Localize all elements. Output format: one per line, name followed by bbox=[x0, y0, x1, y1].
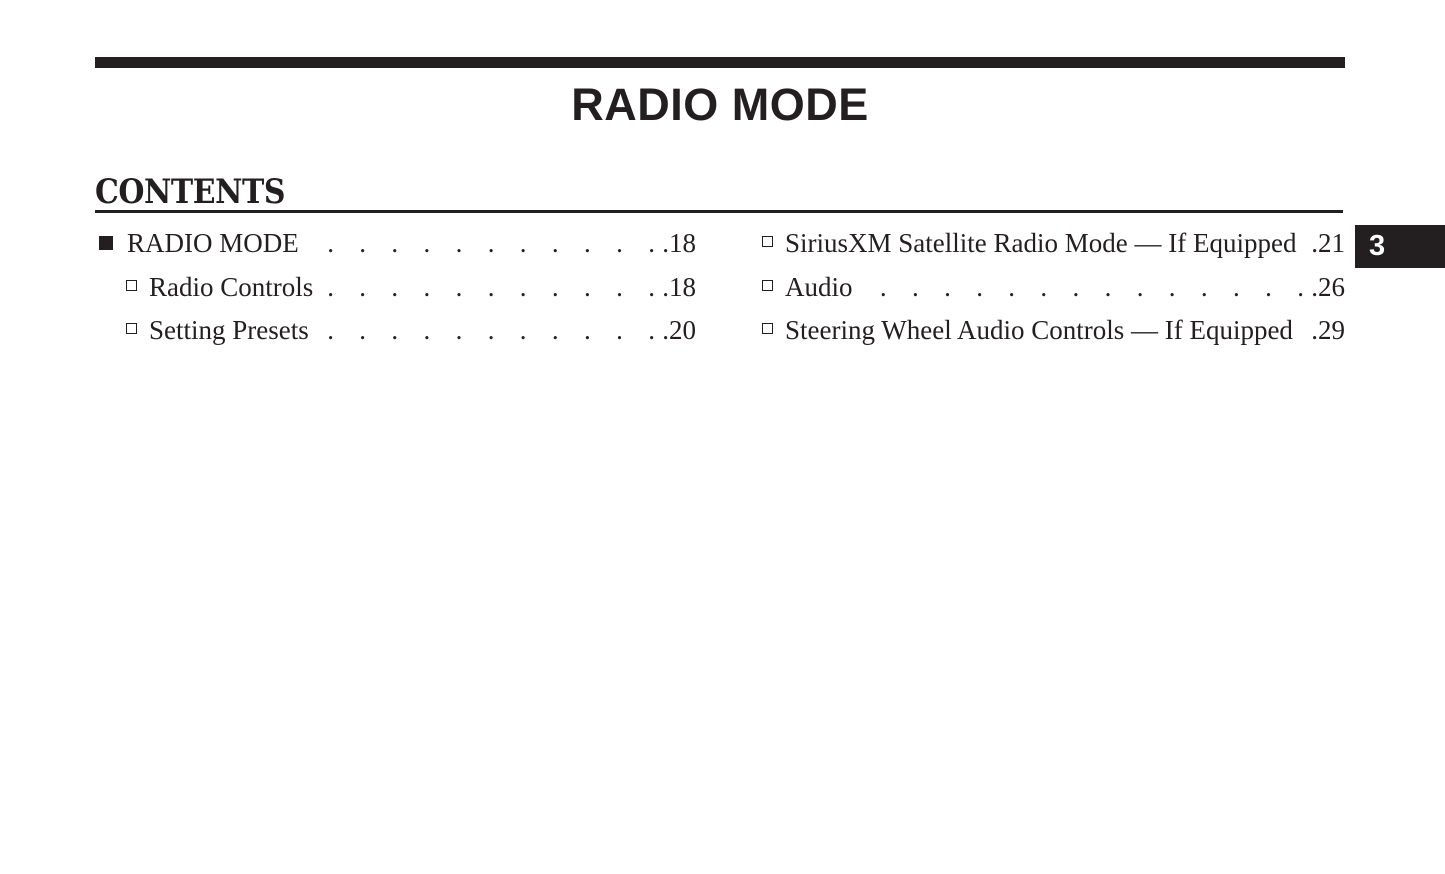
toc-entry-audio[interactable]: Audio . . . . . . . . . . . . . . . . . … bbox=[762, 266, 1345, 310]
open-square-bullet-icon bbox=[762, 279, 773, 291]
open-square-bullet-icon bbox=[126, 279, 137, 291]
open-square-bullet-icon bbox=[762, 323, 773, 334]
toc-dot-leader: . . . . . . . . . . . . . . . . . . . . … bbox=[863, 271, 1314, 302]
toc-entry-label: Steering Wheel Audio Controls — If Equip… bbox=[785, 315, 1293, 345]
toc-column-right: SiriusXM Satellite Radio Mode — If Equip… bbox=[762, 222, 1345, 353]
toc-dot-leader: . . . . . . . . . . . . . . . . . . . . bbox=[323, 271, 665, 302]
table-of-contents: RADIO MODE . . . . . . . . . . . . . . .… bbox=[95, 222, 1345, 353]
toc-page-number: .26 bbox=[1311, 271, 1345, 302]
manual-page: RADIO MODE CONTENTS RADIO MODE . . . . .… bbox=[0, 0, 1445, 874]
toc-entry-label: Setting Presets bbox=[149, 315, 309, 345]
toc-entry-label: SiriusXM Satellite Radio Mode — If Equip… bbox=[785, 228, 1297, 258]
contents-heading: CONTENTS bbox=[95, 172, 285, 212]
toc-entry-siriusxm-satellite-radio-mode[interactable]: SiriusXM Satellite Radio Mode — If Equip… bbox=[762, 222, 1345, 266]
page-title: RADIO MODE bbox=[571, 79, 869, 130]
toc-page-number: .18 bbox=[662, 228, 696, 258]
toc-entry-steering-wheel-audio-controls[interactable]: Steering Wheel Audio Controls — If Equip… bbox=[762, 309, 1345, 353]
toc-entry-setting-presets[interactable]: Setting Presets . . . . . . . . . . . . … bbox=[95, 309, 696, 353]
toc-page-number: .18 bbox=[662, 271, 696, 302]
toc-page-number: .21 bbox=[1311, 228, 1345, 258]
filled-square-bullet-icon bbox=[99, 236, 113, 250]
section-tab: 3 bbox=[1355, 225, 1445, 268]
toc-entry-label: Radio Controls bbox=[149, 271, 314, 302]
toc-entry-radio-controls[interactable]: Radio Controls . . . . . . . . . . . . .… bbox=[95, 266, 696, 310]
toc-column-left: RADIO MODE . . . . . . . . . . . . . . .… bbox=[95, 222, 696, 353]
contents-divider bbox=[95, 210, 1343, 213]
toc-page-number: .20 bbox=[662, 315, 696, 345]
toc-page-number: .29 bbox=[1311, 315, 1345, 345]
open-square-bullet-icon bbox=[126, 323, 137, 334]
toc-dot-leader: . . . . . . . . . . . . . . . . . . . . … bbox=[309, 228, 665, 258]
toc-dot-leader: . . . . . . . . . . . . . . . . . . . . bbox=[319, 315, 665, 345]
toc-entry-radio-mode[interactable]: RADIO MODE . . . . . . . . . . . . . . .… bbox=[95, 222, 696, 266]
toc-entry-label: Audio bbox=[785, 271, 853, 302]
section-tab-number: 3 bbox=[1369, 230, 1386, 262]
open-square-bullet-icon bbox=[762, 236, 773, 247]
toc-entry-label: RADIO MODE bbox=[127, 228, 299, 258]
header-rule bbox=[95, 57, 1345, 68]
